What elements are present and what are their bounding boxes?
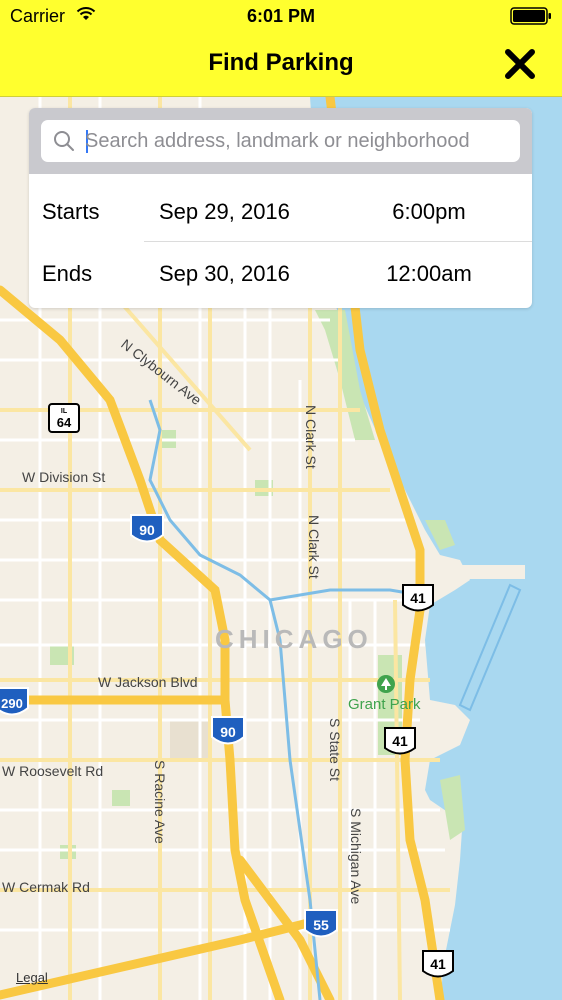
street-label-division: W Division St [22, 469, 105, 485]
block-area [170, 720, 210, 760]
us41-shield-icon: 41 [402, 584, 434, 612]
svg-text:41: 41 [410, 590, 426, 606]
svg-text:90: 90 [220, 724, 236, 740]
nav-bar: Find Parking [0, 34, 562, 97]
end-label: Ends [42, 261, 93, 286]
street-label-clark-north: N Clark St [303, 405, 319, 469]
battery-icon [510, 7, 551, 25]
status-bar: Carrier 6:01 PM [0, 0, 562, 34]
start-time-row[interactable]: Starts Sep 29, 2016 6:00pm [29, 180, 532, 242]
street-label-jackson: W Jackson Blvd [98, 674, 198, 690]
close-icon [505, 49, 535, 79]
park-small-4 [112, 790, 130, 806]
svg-text:64: 64 [57, 415, 72, 430]
close-button[interactable] [502, 46, 538, 82]
start-date[interactable]: Sep 29, 2016 [159, 199, 290, 225]
start-time[interactable]: 6:00pm [369, 199, 489, 225]
svg-text:41: 41 [392, 733, 408, 749]
i90-shield-icon: 90 [211, 716, 245, 745]
svg-text:41: 41 [430, 956, 446, 972]
end-date[interactable]: Sep 30, 2016 [159, 261, 290, 287]
street-label-roosevelt: W Roosevelt Rd [2, 763, 103, 779]
il64-shield-icon: IL 64 [48, 403, 80, 433]
navy-pier [455, 565, 525, 579]
i55-shield-icon: 55 [304, 909, 338, 938]
tree-icon [377, 675, 395, 693]
start-label: Starts [42, 199, 100, 224]
i90-shield-icon: 90 [130, 514, 164, 543]
end-time[interactable]: 12:00am [369, 261, 489, 287]
legal-link[interactable]: Legal [16, 970, 48, 985]
svg-text:55: 55 [313, 917, 329, 933]
park-label-grant: Grant Park [348, 696, 421, 713]
search-field-container[interactable] [41, 120, 520, 162]
search-bar [29, 108, 532, 174]
page-title: Find Parking [208, 49, 354, 76]
street-label-michigan: S Michigan Ave [348, 808, 364, 904]
street-label-clark-south: N Clark St [306, 515, 322, 579]
street-label-cermak: W Cermak Rd [2, 879, 90, 895]
parking-search-panel: Starts Sep 29, 2016 6:00pm Ends Sep 30, … [29, 108, 532, 308]
status-time: 6:01 PM [246, 6, 316, 26]
search-input[interactable] [85, 120, 505, 162]
svg-text:IL: IL [61, 408, 68, 415]
street-label-racine: S Racine Ave [152, 760, 168, 844]
us41-shield-icon: 41 [422, 950, 454, 978]
i290-shield-icon: 290 [0, 687, 29, 716]
street-label-state: S State St [327, 718, 343, 781]
svg-text:290: 290 [1, 696, 23, 711]
search-icon [54, 131, 74, 151]
end-time-row[interactable]: Ends Sep 30, 2016 12:00am [29, 242, 532, 304]
us41-shield-icon: 41 [384, 727, 416, 755]
city-label: CHICAGO [215, 624, 373, 654]
svg-text:90: 90 [139, 522, 155, 538]
